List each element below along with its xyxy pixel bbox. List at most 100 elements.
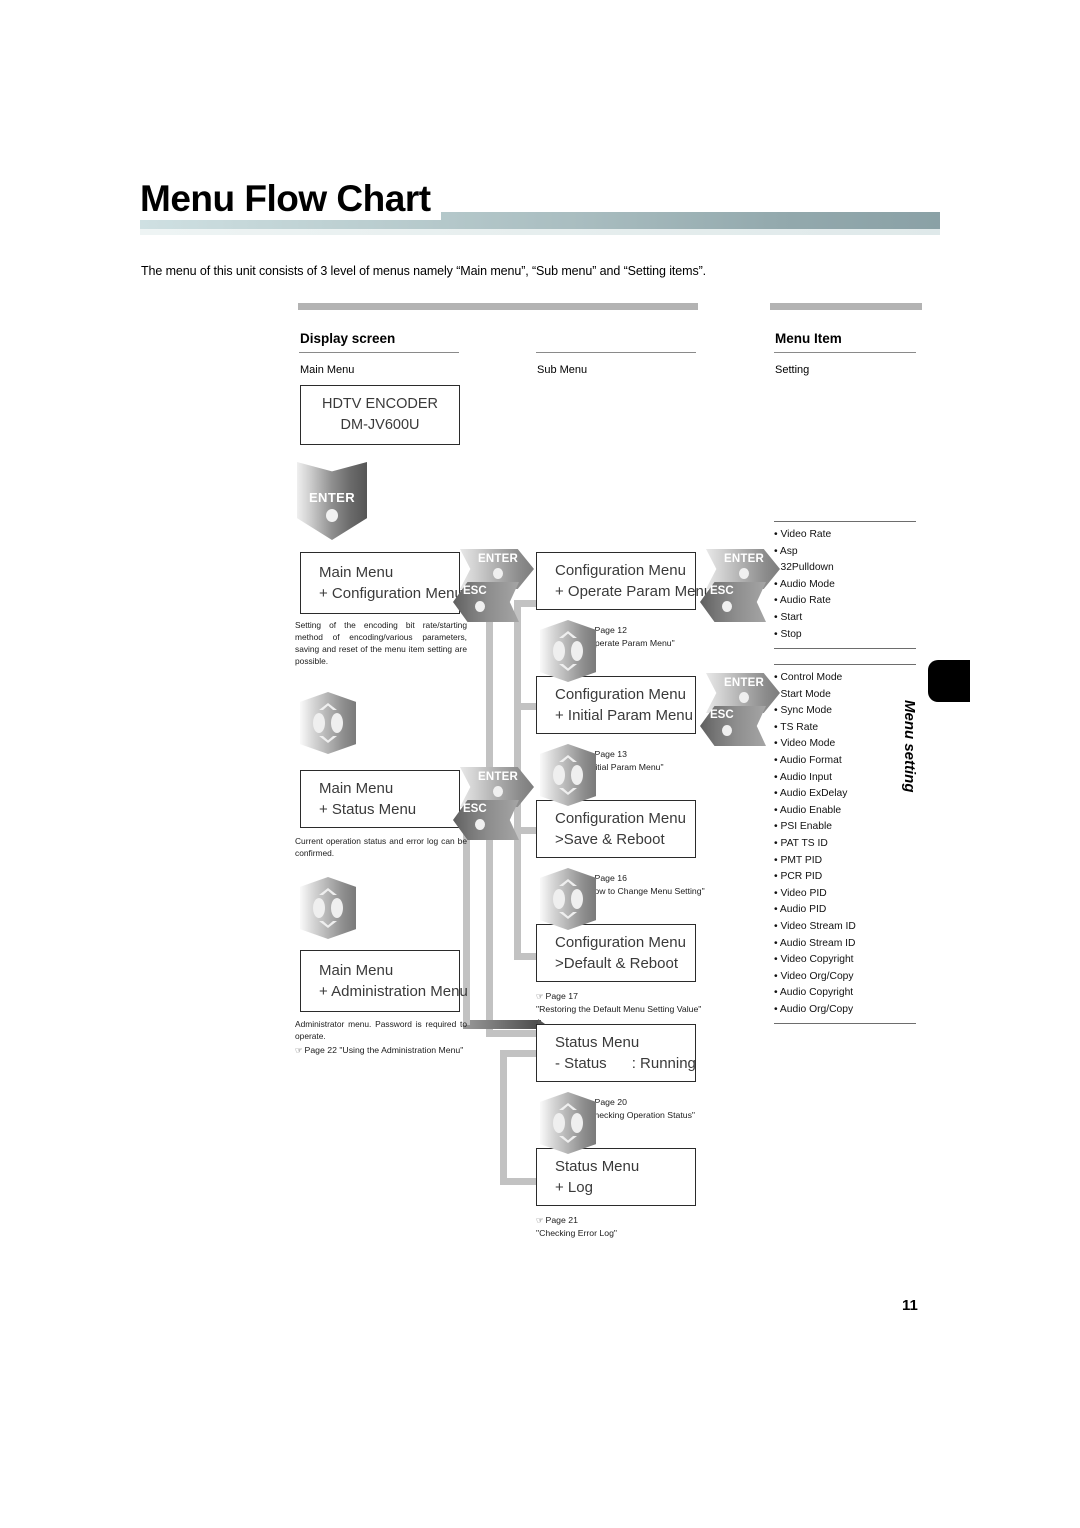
setting-item: • Audio Copyright: [774, 987, 854, 999]
nav-oval-left-icon: [553, 641, 565, 661]
main-menu-box-status[interactable]: Main Menu + Status Menu: [300, 770, 460, 828]
nav-updown-button-save-reboot[interactable]: [540, 868, 596, 930]
sub-menu-save-reboot-ref-title: "How to Change Menu Setting": [585, 886, 705, 897]
sub-menu-save-reboot-reference: ☞ Page 16 "How to Change Menu Setting": [585, 872, 705, 897]
column-sub-setting: Setting: [775, 364, 810, 376]
esc-button-configuration-dot: [475, 601, 485, 612]
sub-menu-box-initial-param[interactable]: Configuration Menu + Initial Param Menu: [536, 676, 696, 734]
nav-updown-initial-param-shape: [540, 744, 596, 806]
device-line-2: DM-JV600U: [340, 417, 420, 433]
main-menu-status-line-1: Main Menu: [319, 779, 394, 797]
setting-item: • PSI Enable: [774, 821, 832, 833]
device-line-1: HDTV ENCODER: [321, 396, 438, 413]
sub-menu-operate-param-ref-title: "Operate Param Menu": [585, 638, 675, 649]
enter-button-operate-param-label: ENTER: [724, 553, 764, 565]
esc-button-initial-param-label: ESC: [710, 709, 734, 721]
enter-button-down[interactable]: ENTER: [297, 462, 367, 540]
sub-menu-log-ref-page: Page 21: [545, 1215, 578, 1225]
setting-item: • Audio Org/Copy: [774, 1003, 854, 1015]
enter-button-operate-param-dot: [739, 568, 749, 579]
sub-menu-box-operate-param[interactable]: Configuration Menu + Operate Param Menu: [536, 552, 713, 610]
main-menu-configuration-line-1: Main Menu: [319, 563, 394, 581]
setting-group-rule-top: [774, 521, 916, 522]
nav-oval-left-icon: [313, 898, 325, 918]
sub-menu-status-reference: ☞ Page 20 "Checking Operation Status": [585, 1096, 695, 1121]
sub-menu-operate-param-line-1: Configuration Menu: [555, 561, 686, 579]
nav-oval-left-icon: [313, 713, 325, 733]
nav-updown-button-operate-param[interactable]: [540, 620, 596, 682]
nav-updown-save-reboot-shape: [540, 868, 596, 930]
connector-status-spine: [500, 1050, 507, 1185]
connector-status-to-log: [500, 1178, 538, 1185]
column-sub-sub-menu: Sub Menu: [537, 364, 588, 376]
nav-oval-left-icon: [553, 1113, 565, 1133]
setting-item: • Start Mode: [774, 688, 831, 700]
sub-menu-default-reboot-reference: ☞ Page 17 "Restoring the Default Menu Se…: [536, 990, 701, 1015]
nav-updown-button-status[interactable]: [300, 877, 356, 939]
esc-button-status-dot: [475, 819, 485, 830]
sub-menu-underline: [536, 352, 696, 353]
esc-button-status[interactable]: ESC: [453, 800, 519, 840]
sub-menu-status-ref-title: "Checking Operation Status": [585, 1110, 695, 1121]
device-display-box: HDTV ENCODER DM-JV600U: [300, 385, 460, 445]
setting-item: • Sync Mode: [774, 705, 832, 717]
sub-menu-log-reference: ☞ Page 21 "Checking Error Log": [536, 1214, 617, 1239]
connector-status-arrow-line: [463, 1020, 541, 1029]
main-menu-box-administration[interactable]: Main Menu + Administration Menu: [300, 950, 468, 1012]
main-menu-status-line-2: + Status Menu: [319, 801, 417, 818]
nav-oval-right-icon: [331, 898, 343, 918]
sub-menu-box-status[interactable]: Status Menu - Status : Running: [536, 1024, 696, 1082]
esc-button-operate-param-dot: [722, 601, 732, 612]
main-menu-box-configuration[interactable]: Main Menu + Configuration Menu: [300, 552, 463, 614]
nav-updown-button-configuration[interactable]: [300, 692, 356, 754]
sub-menu-box-default-reboot[interactable]: Configuration Menu >Default & Reboot: [536, 924, 696, 982]
esc-button-status-label: ESC: [463, 803, 487, 815]
pointing-hand-icon: ☞: [536, 1216, 544, 1226]
main-menu-administration-reference: ☞ Page 22 "Using the Administration Menu…: [295, 1044, 471, 1057]
sub-menu-default-reboot-line-1: Configuration Menu: [555, 933, 686, 951]
enter-button-down-dot: [326, 509, 338, 522]
setting-item: • Video Stream ID: [774, 920, 856, 932]
connector-status-to-status: [500, 1050, 538, 1057]
sub-menu-initial-param-reference: ☞ Page 13 "Initial Param Menu": [585, 748, 664, 773]
setting-item: • PCR PID: [774, 871, 823, 883]
sub-menu-operate-param-line-2: + Operate Param Menu: [555, 583, 713, 600]
main-menu-administration-ref-title: "Using the Administration Menu": [339, 1045, 464, 1055]
sub-menu-box-log[interactable]: Status Menu + Log: [536, 1148, 696, 1206]
sub-menu-default-reboot-ref-title: "Restoring the Default Menu Setting Valu…: [536, 1004, 702, 1015]
setting-item: • Audio Format: [774, 754, 842, 766]
side-tab-label: Menu setting: [901, 700, 918, 793]
setting-item: • Video Mode: [774, 738, 836, 750]
esc-button-initial-param[interactable]: ESC: [700, 706, 766, 746]
sub-menu-initial-param-line-1: Configuration Menu: [555, 685, 686, 703]
intro-paragraph: The menu of this unit consists of 3 leve…: [141, 264, 707, 278]
nav-oval-right-icon: [571, 641, 583, 661]
sub-menu-initial-param-line-2: + Initial Param Menu: [555, 707, 693, 724]
sub-menu-default-reboot-line-2: >Default & Reboot: [555, 955, 678, 972]
page-title: Menu Flow Chart: [140, 178, 441, 220]
enter-button-initial-param-dot: [739, 692, 749, 703]
pointing-hand-icon: ☞: [295, 1046, 303, 1056]
sub-menu-box-save-reboot[interactable]: Configuration Menu >Save & Reboot: [536, 800, 696, 858]
sub-menu-log-line-1: Status Menu: [555, 1157, 640, 1175]
esc-button-configuration[interactable]: ESC: [453, 582, 519, 622]
nav-oval-right-icon: [571, 1113, 583, 1133]
esc-button-configuration-label: ESC: [463, 585, 487, 597]
nav-updown-button-status-submenu[interactable]: [540, 1092, 596, 1154]
sub-menu-operate-param-reference: ☞ Page 12 "Operate Param Menu": [585, 624, 675, 649]
setting-item: • Start: [774, 611, 803, 623]
column-sub-main-menu: Main Menu: [300, 364, 355, 376]
nav-updown-button-initial-param[interactable]: [540, 744, 596, 806]
nav-updown-status-shape: [300, 877, 356, 939]
nav-oval-right-icon: [571, 765, 583, 785]
main-menu-configuration-line-2: + Configuration Menu: [319, 585, 463, 602]
nav-updown-status-submenu-shape: [540, 1092, 596, 1154]
setting-item: • 32Pulldown: [774, 562, 834, 574]
esc-button-operate-param[interactable]: ESC: [700, 582, 766, 622]
esc-button-initial-param-dot: [722, 725, 732, 736]
nav-updown-operate-param-shape: [540, 620, 596, 682]
enter-button-configuration-label: ENTER: [478, 553, 518, 565]
nav-oval-right-icon: [571, 889, 583, 909]
enter-button-initial-param-label: ENTER: [724, 677, 764, 689]
setting-group-rule-top: [774, 664, 916, 665]
